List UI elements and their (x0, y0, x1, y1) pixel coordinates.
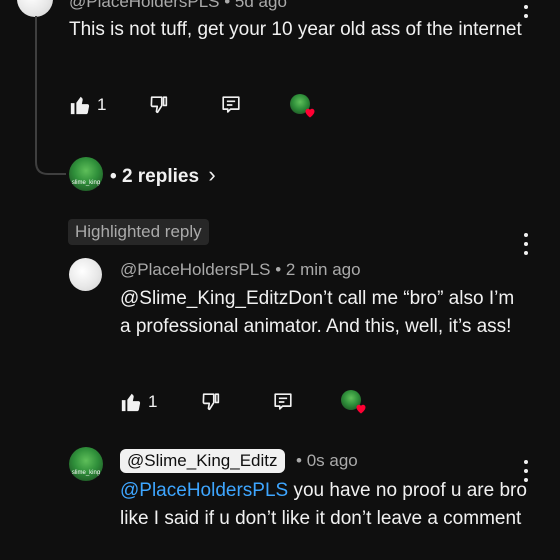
like-icon (70, 96, 90, 115)
more-vert-icon (524, 460, 528, 464)
highlighted-reply-badge: Highlighted reply (68, 219, 209, 245)
more-vert-icon (524, 233, 528, 237)
top-comment-like-count: 1 (97, 95, 107, 114)
meta-separator: • (275, 260, 282, 279)
creator-heart-icon (356, 404, 366, 414)
top-comment-like-button[interactable]: 1 (69, 93, 109, 119)
reply1-dislike-button[interactable] (200, 391, 224, 415)
replies-count-label: 2 replies (121, 166, 200, 187)
reply1-time: 2 min ago (285, 260, 361, 279)
dislike-icon (202, 393, 220, 411)
top-comment-reply-button[interactable] (220, 94, 244, 118)
reply1-like-count: 1 (148, 392, 158, 411)
top-comment-text: This is not tuff, get your 10 year old a… (69, 19, 522, 40)
reply1-header: @PlaceHoldersPLS • 2 min ago (120, 260, 361, 280)
like-icon (121, 393, 141, 412)
reply1-like-button[interactable]: 1 (120, 390, 160, 416)
reply1-text: @Slime_King_EditzDon’t call me “bro” als… (120, 288, 515, 337)
top-comment-header: @PlaceHoldersPLS • 5d ago (69, 0, 287, 12)
top-comment-dislike-button[interactable] (148, 94, 172, 118)
reply1-author[interactable]: @PlaceHoldersPLS (120, 260, 271, 279)
top-comment-author[interactable]: @PlaceHoldersPLS (69, 0, 220, 11)
dislike-icon (150, 96, 168, 114)
creator-heart-icon (305, 108, 315, 118)
top-comment-time: 5d ago (234, 0, 287, 11)
meta-separator: • (224, 0, 231, 11)
thread-line (35, 16, 66, 175)
chevron-right-icon: › (208, 162, 216, 187)
reply1-more-button[interactable] (518, 233, 534, 255)
reply2-header-meta: • 0s ago (296, 451, 358, 471)
reply2-author-chip[interactable]: @Slime_King_Editz (120, 449, 285, 473)
replies-toggle[interactable]: • 2 replies › (110, 162, 216, 188)
reply1-reply-button[interactable] (272, 391, 296, 415)
reply2-time: 0s ago (306, 451, 358, 470)
reply2-mention-link[interactable]: @PlaceHoldersPLS (120, 480, 288, 501)
meta-separator: • (296, 451, 302, 470)
avatar-placeholderspls-reply[interactable] (69, 258, 102, 291)
replies-avatar[interactable]: slime_king (69, 157, 103, 191)
reply-icon (222, 96, 240, 113)
avatar-label: slime_king (71, 470, 101, 476)
avatar-slime-king-editz[interactable]: slime_king (69, 447, 103, 481)
reply2-text: @PlaceHoldersPLS you have no proof u are… (120, 477, 530, 533)
replies-bullet: • (110, 166, 117, 187)
reply-icon (274, 393, 292, 410)
avatar-label: slime_king (71, 180, 101, 186)
